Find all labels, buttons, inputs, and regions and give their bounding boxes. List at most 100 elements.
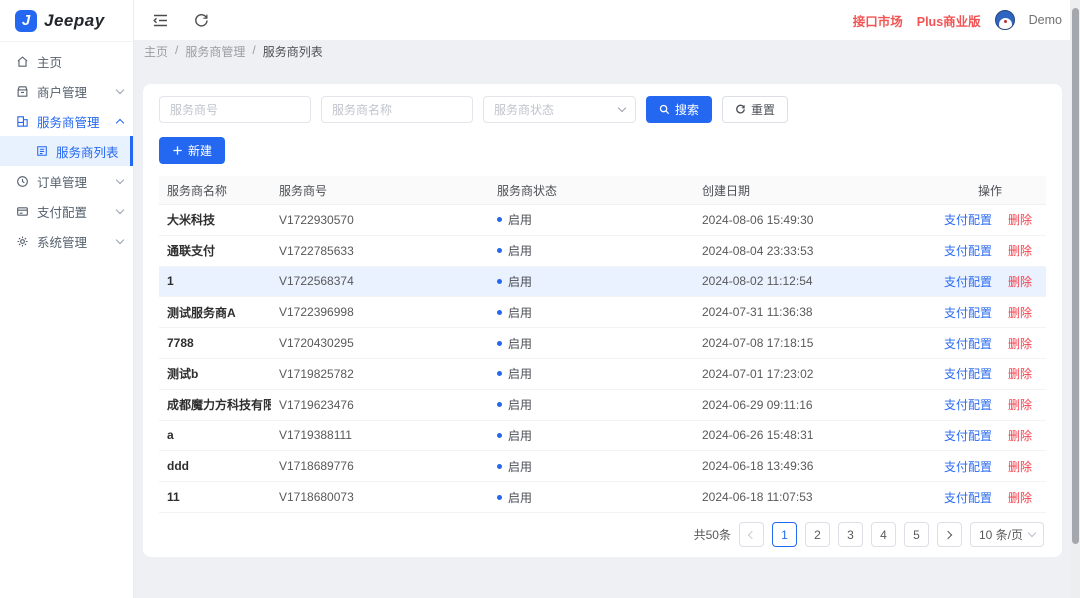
provider-status: 启用 bbox=[489, 458, 694, 475]
logo[interactable]: J Jeepay bbox=[0, 0, 133, 42]
reset-button[interactable]: 重置 bbox=[722, 96, 788, 123]
pay-config-link[interactable]: 支付配置 bbox=[944, 365, 992, 382]
status-dot-icon bbox=[497, 402, 502, 407]
select-placeholder: 服务商状态 bbox=[494, 101, 619, 118]
col-provider-no: 服务商号 bbox=[271, 182, 489, 199]
menu-fold-icon[interactable] bbox=[152, 12, 169, 29]
order-icon bbox=[16, 175, 29, 188]
provider-no: V1722930570 bbox=[271, 213, 489, 227]
reset-icon bbox=[735, 104, 746, 115]
username: Demo bbox=[1029, 13, 1062, 27]
status-dot-icon bbox=[497, 279, 502, 284]
provider-name: 通联支付 bbox=[159, 242, 271, 259]
created-date: 2024-06-18 11:07:53 bbox=[694, 490, 934, 504]
table-row[interactable]: 测试服务商AV1722396998启用2024-07-31 11:36:38修改… bbox=[159, 297, 1046, 328]
sidebar-item-pay-config[interactable]: 支付配置 bbox=[0, 196, 133, 226]
new-button-label: 新建 bbox=[188, 142, 212, 159]
sidebar: J Jeepay 主页 商户管理 服务商管理 服务商列表 订单管理 bbox=[0, 0, 134, 598]
new-button[interactable]: 新建 bbox=[159, 137, 225, 164]
sidebar-item-merchant[interactable]: 商户管理 bbox=[0, 76, 133, 106]
shop-icon bbox=[16, 85, 29, 98]
refresh-icon[interactable] bbox=[193, 12, 210, 29]
sidebar-item-provider-list[interactable]: 服务商列表 bbox=[0, 136, 133, 166]
delete-link[interactable]: 删除 bbox=[1008, 242, 1032, 259]
cluster-icon bbox=[16, 115, 29, 128]
provider-status-select[interactable]: 服务商状态 bbox=[483, 96, 636, 123]
provider-status: 启用 bbox=[489, 365, 694, 382]
provider-status: 启用 bbox=[489, 489, 694, 506]
page-button-1[interactable]: 1 bbox=[772, 522, 797, 547]
created-date: 2024-08-04 23:33:53 bbox=[694, 244, 934, 258]
delete-link[interactable]: 删除 bbox=[1008, 489, 1032, 506]
chevron-right-icon bbox=[944, 531, 952, 539]
page-size-select[interactable]: 10 条/页 bbox=[970, 522, 1044, 547]
breadcrumb-separator: / bbox=[252, 43, 255, 60]
provider-name-input[interactable] bbox=[321, 96, 473, 123]
delete-link[interactable]: 删除 bbox=[1008, 396, 1032, 413]
breadcrumb-provider-mgmt[interactable]: 服务商管理 bbox=[185, 43, 245, 60]
prev-page-button[interactable] bbox=[739, 522, 764, 547]
provider-list-card: 服务商状态 搜索 重置 新建 服务商名称 服务商号 服务商状态 创建日期 操作 … bbox=[143, 84, 1062, 557]
page-button-5[interactable]: 5 bbox=[904, 522, 929, 547]
next-page-button[interactable] bbox=[937, 522, 962, 547]
plus-edition-link[interactable]: Plus商业版 bbox=[917, 11, 981, 30]
delete-link[interactable]: 删除 bbox=[1008, 365, 1032, 382]
pay-config-link[interactable]: 支付配置 bbox=[944, 242, 992, 259]
delete-link[interactable]: 删除 bbox=[1008, 304, 1032, 321]
provider-name: 成都魔力方科技有限公司 bbox=[159, 396, 271, 413]
delete-link[interactable]: 删除 bbox=[1008, 427, 1032, 444]
page-button-2[interactable]: 2 bbox=[805, 522, 830, 547]
provider-no: V1722568374 bbox=[271, 274, 489, 288]
pay-config-link[interactable]: 支付配置 bbox=[944, 335, 992, 352]
sidebar-item-orders[interactable]: 订单管理 bbox=[0, 166, 133, 196]
page-button-4[interactable]: 4 bbox=[871, 522, 896, 547]
filter-bar: 服务商状态 搜索 重置 bbox=[159, 96, 1046, 123]
provider-no: V1720430295 bbox=[271, 336, 489, 350]
table-row[interactable]: 7788V1720430295启用2024-07-08 17:18:15修改支付… bbox=[159, 328, 1046, 359]
pay-config-link[interactable]: 支付配置 bbox=[944, 427, 992, 444]
table-row[interactable]: 大米科技V1722930570启用2024-08-06 15:49:30修改支付… bbox=[159, 205, 1046, 236]
pay-config-link[interactable]: 支付配置 bbox=[944, 273, 992, 290]
status-dot-icon bbox=[497, 371, 502, 376]
delete-link[interactable]: 删除 bbox=[1008, 211, 1032, 228]
table-row[interactable]: 11V1718680073启用2024-06-18 11:07:53修改支付配置… bbox=[159, 482, 1046, 513]
sidebar-item-system[interactable]: 系统管理 bbox=[0, 226, 133, 256]
provider-no: V1719388111 bbox=[271, 428, 489, 442]
chevron-down-icon bbox=[116, 85, 124, 93]
chevron-down-icon bbox=[116, 205, 124, 213]
pay-config-link[interactable]: 支付配置 bbox=[944, 211, 992, 228]
provider-name: 测试服务商A bbox=[159, 304, 271, 321]
table-row[interactable]: dddV1718689776启用2024-06-18 13:49:36修改支付配… bbox=[159, 451, 1046, 482]
row-actions: 修改支付配置删除 bbox=[934, 365, 1046, 382]
search-button[interactable]: 搜索 bbox=[646, 96, 712, 123]
table-row[interactable]: 成都魔力方科技有限公司V1719623476启用2024-06-29 09:11… bbox=[159, 390, 1046, 421]
pay-config-link[interactable]: 支付配置 bbox=[944, 396, 992, 413]
top-header: 接口市场 Plus商业版 Demo bbox=[134, 0, 1080, 40]
scrollbar-thumb[interactable] bbox=[1072, 8, 1079, 544]
search-button-label: 搜索 bbox=[675, 101, 699, 118]
api-market-link[interactable]: 接口市场 bbox=[853, 11, 903, 30]
chevron-up-icon bbox=[116, 118, 124, 126]
pay-config-link[interactable]: 支付配置 bbox=[944, 489, 992, 506]
delete-link[interactable]: 删除 bbox=[1008, 335, 1032, 352]
row-actions: 修改支付配置删除 bbox=[934, 273, 1046, 290]
user-avatar[interactable] bbox=[995, 10, 1015, 30]
sidebar-item-home[interactable]: 主页 bbox=[0, 46, 133, 76]
status-dot-icon bbox=[497, 341, 502, 346]
page-button-3[interactable]: 3 bbox=[838, 522, 863, 547]
delete-link[interactable]: 删除 bbox=[1008, 273, 1032, 290]
pay-config-link[interactable]: 支付配置 bbox=[944, 304, 992, 321]
provider-no: V1719623476 bbox=[271, 398, 489, 412]
breadcrumb-home[interactable]: 主页 bbox=[144, 43, 168, 60]
provider-name: 1 bbox=[159, 274, 271, 288]
table-row[interactable]: 通联支付V1722785633启用2024-08-04 23:33:53修改支付… bbox=[159, 236, 1046, 267]
table-row[interactable]: aV1719388111启用2024-06-26 15:48:31修改支付配置删… bbox=[159, 421, 1046, 452]
row-actions: 修改支付配置删除 bbox=[934, 489, 1046, 506]
pay-config-link[interactable]: 支付配置 bbox=[944, 458, 992, 475]
home-icon bbox=[16, 55, 29, 68]
sidebar-item-provider[interactable]: 服务商管理 bbox=[0, 106, 133, 136]
table-row[interactable]: 测试bV1719825782启用2024-07-01 17:23:02修改支付配… bbox=[159, 359, 1046, 390]
table-row[interactable]: 1V1722568374启用2024-08-02 11:12:54修改支付配置删… bbox=[159, 267, 1046, 298]
provider-no-input[interactable] bbox=[159, 96, 311, 123]
delete-link[interactable]: 删除 bbox=[1008, 458, 1032, 475]
